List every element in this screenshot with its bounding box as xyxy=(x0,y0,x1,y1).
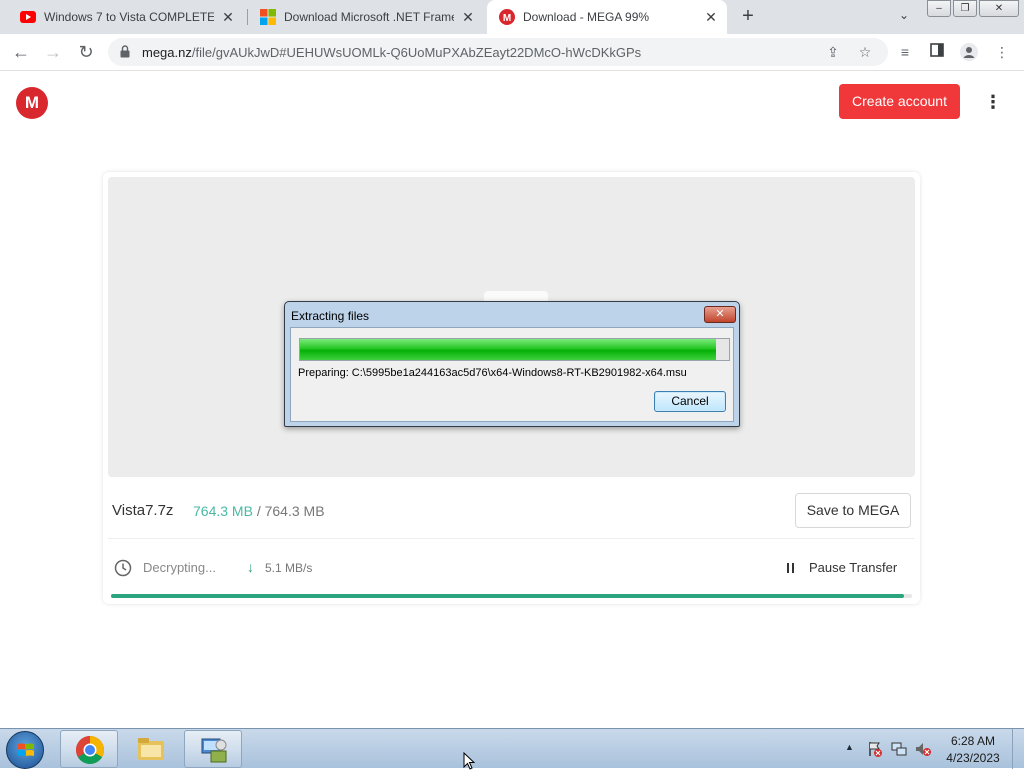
file-name: Vista7.7z xyxy=(112,502,174,519)
url-path: /file/gvAUkJwD#UEHUWsUOMLk-Q6UoMuPXAbZEa… xyxy=(191,45,642,60)
lock-icon[interactable] xyxy=(120,45,130,58)
close-tab-icon[interactable]: ✕ xyxy=(460,9,476,25)
size-separator: / xyxy=(256,503,261,519)
download-arrow-icon: ↓ xyxy=(247,559,254,575)
new-tab-icon[interactable]: + xyxy=(737,6,759,28)
tab-strip: Windows 7 to Vista COMPLETE T ✕ Download… xyxy=(0,0,1024,34)
clock-icon xyxy=(114,559,132,577)
installer-icon xyxy=(201,738,227,763)
volume-muted-icon[interactable] xyxy=(915,741,931,757)
windows-logo-icon xyxy=(18,743,34,756)
share-icon[interactable]: ⇪ xyxy=(825,44,841,60)
divider xyxy=(108,538,915,539)
chrome-icon xyxy=(76,736,104,764)
forward-icon[interactable]: → xyxy=(43,42,63,62)
transfer-speed: 5.1 MB/s xyxy=(265,561,313,575)
tab-microsoft[interactable]: Download Microsoft .NET Framew ✕ xyxy=(248,0,484,34)
mega-icon: M xyxy=(499,9,515,25)
start-button[interactable] xyxy=(6,731,44,769)
taskbar: ▲ 6:28 AM 4/23/2023 xyxy=(0,728,1024,769)
downloaded-size: 764.3 MB xyxy=(193,503,253,519)
youtube-icon xyxy=(20,11,36,23)
extraction-progress-fill xyxy=(300,339,717,360)
url-host: mega.nz xyxy=(142,45,192,60)
preparing-text: Preparing: C:\5995be1a244163ac5d76\x64-W… xyxy=(298,367,687,379)
taskbar-file-explorer[interactable] xyxy=(122,730,180,768)
bookmark-star-icon[interactable]: ☆ xyxy=(857,44,873,60)
taskbar-date[interactable]: 4/23/2023 xyxy=(940,751,1006,765)
taskbar-installer[interactable] xyxy=(184,730,242,768)
cancel-button[interactable]: Cancel xyxy=(654,391,726,412)
close-tab-icon[interactable]: ✕ xyxy=(220,9,236,25)
tab-mega[interactable]: M Download - MEGA 99% ✕ xyxy=(487,0,727,34)
tray-expand-icon[interactable]: ▲ xyxy=(845,742,854,752)
more-menu-icon[interactable]: ⋮ xyxy=(984,92,1002,112)
close-window-icon[interactable]: ✕ xyxy=(979,0,1019,17)
tab-title: Download - MEGA 99% xyxy=(523,10,650,24)
side-panel-icon[interactable] xyxy=(928,43,946,61)
file-explorer-icon xyxy=(138,738,164,760)
back-icon[interactable]: ← xyxy=(11,42,31,62)
download-progress-fill xyxy=(111,594,904,598)
mouse-cursor-icon xyxy=(463,752,475,770)
extracting-dialog: Extracting files ✕ Preparing: C:\5995be1… xyxy=(284,301,740,427)
minimize-icon[interactable]: – xyxy=(927,0,951,17)
reload-icon[interactable]: ↻ xyxy=(76,42,96,62)
create-account-button[interactable]: Create account xyxy=(839,84,960,119)
network-icon[interactable] xyxy=(891,741,907,757)
taskbar-time[interactable]: 6:28 AM xyxy=(940,734,1006,748)
chevron-down-icon[interactable]: ⌄ xyxy=(895,8,913,26)
tab-title: Download Microsoft .NET Framew xyxy=(284,10,454,24)
window-controls: – ❐ ✕ xyxy=(927,0,1021,17)
address-bar[interactable]: mega.nz/file/gvAUkJwD#UEHUWsUOMLk-Q6UoMu… xyxy=(108,38,888,66)
action-center-icon[interactable] xyxy=(867,741,883,757)
browser-toolbar: ← → ↻ mega.nz/file/gvAUkJwD#UEHUWsUOMLk-… xyxy=(0,34,1024,71)
total-size: 764.3 MB xyxy=(264,503,325,519)
taskbar-chrome[interactable] xyxy=(60,730,118,768)
microsoft-icon xyxy=(260,9,276,25)
dialog-title: Extracting files xyxy=(291,309,370,323)
show-desktop-button[interactable] xyxy=(1012,729,1024,769)
save-to-mega-button[interactable]: Save to MEGA xyxy=(795,493,911,528)
svg-text:M: M xyxy=(503,13,511,24)
close-tab-icon[interactable]: ✕ xyxy=(703,9,719,25)
url-text[interactable]: mega.nz/file/gvAUkJwD#UEHUWsUOMLk-Q6UoMu… xyxy=(142,45,641,60)
tab-title: Windows 7 to Vista COMPLETE T xyxy=(44,10,214,24)
dialog-body: Preparing: C:\5995be1a244163ac5d76\x64-W… xyxy=(290,327,734,422)
close-icon[interactable]: ✕ xyxy=(704,306,736,323)
media-control-icon[interactable]: ≡ xyxy=(896,43,914,61)
profile-avatar-icon[interactable] xyxy=(960,43,978,61)
restore-icon[interactable]: ❐ xyxy=(953,0,977,17)
transfer-status: Decrypting... xyxy=(143,560,216,575)
tab-youtube[interactable]: Windows 7 to Vista COMPLETE T ✕ xyxy=(8,0,244,34)
browser-menu-icon[interactable]: ⋮ xyxy=(993,43,1011,61)
file-size: 764.3 MB / 764.3 MB xyxy=(193,503,325,519)
pause-transfer-button[interactable]: Pause Transfer xyxy=(809,560,897,575)
extraction-progress-bar xyxy=(299,338,730,361)
download-progress-bar xyxy=(111,594,912,598)
mega-logo[interactable]: M xyxy=(16,87,48,119)
pause-icon[interactable] xyxy=(785,561,797,575)
